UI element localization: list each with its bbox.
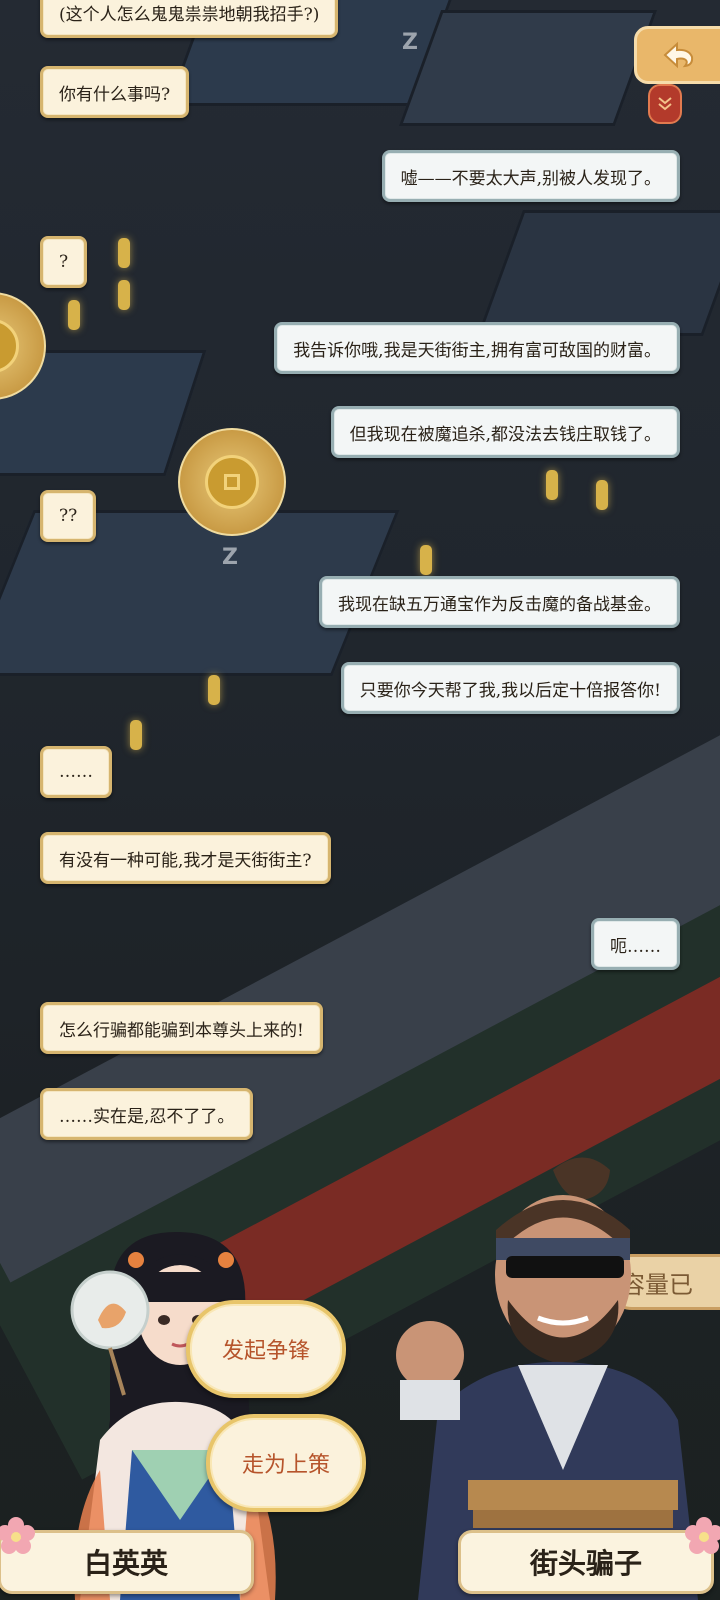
speaker-name-right: 街头骗子 [529, 1547, 642, 1580]
dialogue-bubble-npc: 我现在缺五万通宝作为反击魔的备战基金。 [319, 576, 680, 628]
dialogue-bubble-npc: 只要你今天帮了我,我以后定十倍报答你! [340, 662, 680, 714]
dialogue-bubble-player: 怎么行骗都能骗到本尊头上来的! [40, 1002, 323, 1054]
dialogue-bubble-npc: 我告诉你哦,我是天街街主,拥有富可敌国的财富。 [274, 322, 680, 374]
dialogue-bubble-player: (这个人怎么鬼鬼祟祟地朝我招手?) [40, 0, 339, 38]
lantern [546, 470, 558, 500]
lantern [596, 480, 608, 510]
copper-coin-icon [0, 319, 19, 373]
confront-choice-button[interactable]: 发起争锋 [186, 1300, 346, 1398]
back-arrow-cloud-icon [663, 41, 694, 69]
building-roof [398, 10, 658, 126]
dialogue-bubble-npc: 呃…… [591, 918, 680, 970]
speaker-nameplate-left: 白英英 [0, 1530, 254, 1594]
dialogue-bubble-npc: 但我现在被魔追杀,都没法去钱庄取钱了。 [330, 406, 680, 458]
lantern [118, 238, 130, 268]
plum-blossom-icon [685, 1517, 720, 1554]
sleep-icon: Z [402, 30, 418, 55]
coin-bubble[interactable] [178, 428, 286, 536]
lantern [68, 300, 80, 330]
double-chevron-down-icon [658, 97, 672, 111]
dialogue-bubble-player: ……实在是,忍不了了。 [40, 1088, 254, 1140]
flee-choice-button[interactable]: 走为上策 [206, 1414, 366, 1512]
lantern [208, 675, 220, 705]
back-button[interactable] [634, 26, 720, 84]
dialogue-bubble-player: ?? [40, 490, 97, 542]
copper-coin-icon [205, 455, 259, 509]
lantern [118, 280, 130, 310]
sleep-icon: Z [222, 545, 238, 570]
speaker-name-left: 白英英 [83, 1547, 168, 1580]
dialogue-bubble-player: …… [40, 746, 112, 798]
dialogue-bubble-player: ? [40, 236, 88, 288]
dialogue-bubble-npc: 嘘——不要太大声,别被人发现了。 [381, 150, 680, 202]
plum-blossom-icon [0, 1517, 35, 1554]
lantern [420, 545, 432, 575]
dialogue-bubble-player: 有没有一种可能,我才是天街街主? [40, 832, 331, 884]
speaker-nameplate-right: 街头骗子 [458, 1530, 714, 1594]
dialogue-bubble-player: 你有什么事吗? [40, 66, 190, 118]
lantern [130, 720, 142, 750]
collapse-button[interactable] [648, 84, 682, 124]
